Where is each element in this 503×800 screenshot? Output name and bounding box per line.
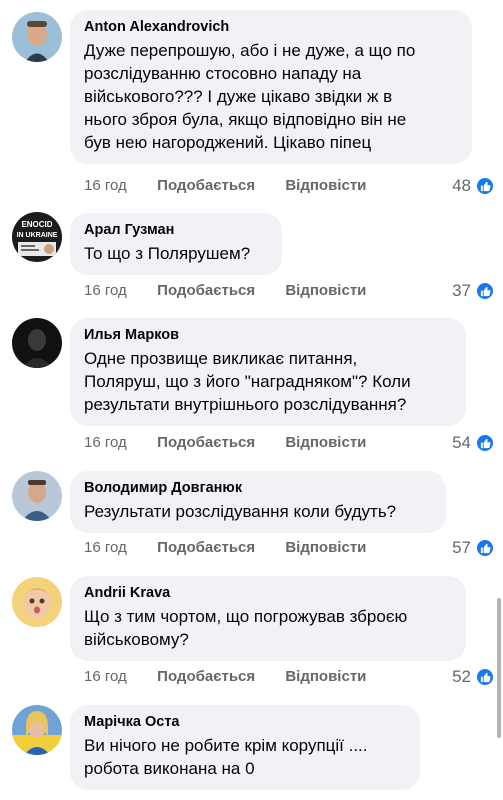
- avatar[interactable]: ENOCID IN UKRAINE: [12, 212, 62, 262]
- comment-time[interactable]: 16 год: [84, 432, 153, 454]
- comment-author[interactable]: Арал Гузман: [84, 221, 268, 239]
- comment-bubble: Володимир Довганюк Результати розслідува…: [70, 471, 446, 533]
- comment-actions: 16 год Подобається Відповісти: [84, 280, 366, 302]
- svg-text:ENOCID: ENOCID: [21, 220, 52, 229]
- comment-bubble: Марічка Оста Ви нічого не робите крім ко…: [70, 705, 420, 790]
- comment-time[interactable]: 16 год: [84, 280, 153, 302]
- scrollbar[interactable]: [497, 598, 501, 738]
- svg-text:IN UKRAINE: IN UKRAINE: [17, 232, 58, 239]
- like-reaction-icon: [475, 281, 495, 301]
- reply-button[interactable]: Відповісти: [285, 668, 366, 685]
- avatar[interactable]: [12, 471, 62, 521]
- like-reaction-icon: [475, 538, 495, 558]
- comment-bubble: Илья Марков Одне прозвище викликає питан…: [70, 318, 466, 426]
- like-reaction-icon: [475, 667, 495, 687]
- avatar[interactable]: [12, 12, 62, 62]
- comment-bubble: Anton Alexandrovich Дуже перепрошую, або…: [70, 10, 472, 164]
- reaction-number: 48: [452, 176, 471, 195]
- reaction-number: 37: [452, 281, 471, 300]
- comment-text: Одне прозвище викликає питання, Поляруш,…: [84, 349, 411, 414]
- comment-author[interactable]: Andrii Krava: [84, 584, 452, 602]
- man-avatar-icon: [12, 471, 62, 521]
- comment-actions: 16 год Подобається Відповісти: [84, 666, 366, 688]
- reply-button[interactable]: Відповісти: [285, 539, 366, 556]
- avatar[interactable]: [12, 577, 62, 627]
- comment-author[interactable]: Anton Alexandrovich: [84, 18, 458, 36]
- woman-avatar-icon: [12, 705, 62, 755]
- comment-author[interactable]: Володимир Довганюк: [84, 479, 432, 497]
- comment-author[interactable]: Илья Марков: [84, 326, 452, 344]
- reply-button[interactable]: Відповісти: [285, 177, 366, 194]
- comment-bubble: Арал Гузман То що з Полярушем?: [70, 213, 282, 275]
- reaction-number: 57: [452, 538, 471, 557]
- reply-button[interactable]: Відповісти: [285, 282, 366, 299]
- like-button[interactable]: Подобається: [157, 666, 281, 688]
- comment-bubble: Andrii Krava Що з тим чортом, що погрожу…: [70, 576, 466, 661]
- comment-actions: 16 год Подобається Відповісти: [84, 432, 366, 454]
- comment-actions: 16 год Подобається Відповісти: [84, 537, 366, 559]
- comment-text: Результати розслідування коли будуть?: [84, 502, 397, 521]
- like-button[interactable]: Подобається: [157, 537, 281, 559]
- like-button[interactable]: Подобається: [157, 280, 281, 302]
- child-avatar-icon: [12, 577, 62, 627]
- comment-author[interactable]: Марічка Оста: [84, 713, 406, 731]
- man-avatar-icon: [12, 12, 62, 62]
- comment-text: То що з Полярушем?: [84, 244, 251, 263]
- reaction-count[interactable]: 57: [452, 537, 495, 559]
- comment-time[interactable]: 16 год: [84, 537, 153, 559]
- poster-avatar-icon: ENOCID IN UKRAINE: [12, 212, 62, 262]
- like-reaction-icon: [475, 176, 495, 196]
- like-button[interactable]: Подобається: [157, 175, 281, 197]
- comment-time[interactable]: 16 год: [84, 666, 153, 688]
- comment-text: Що з тим чортом, що погрожував зброєю ві…: [84, 607, 408, 649]
- dark-portrait-avatar-icon: [12, 318, 62, 368]
- reaction-count[interactable]: 54: [452, 432, 495, 454]
- reply-button[interactable]: Відповісти: [285, 434, 366, 451]
- like-button[interactable]: Подобається: [157, 432, 281, 454]
- comment-actions: 16 год Подобається Відповісти: [84, 175, 366, 197]
- reaction-number: 54: [452, 433, 471, 452]
- avatar[interactable]: [12, 705, 62, 755]
- like-reaction-icon: [475, 433, 495, 453]
- comment-text: Ви нічого не робите крім корупції .... р…: [84, 736, 368, 778]
- comment-time[interactable]: 16 год: [84, 175, 153, 197]
- reaction-count[interactable]: 52: [452, 666, 495, 688]
- avatar[interactable]: [12, 318, 62, 368]
- reaction-number: 52: [452, 667, 471, 686]
- reaction-count[interactable]: 37: [452, 280, 495, 302]
- comment-text: Дуже перепрошую, або і не дуже, а що по …: [84, 41, 416, 152]
- reaction-count[interactable]: 48: [452, 175, 495, 197]
